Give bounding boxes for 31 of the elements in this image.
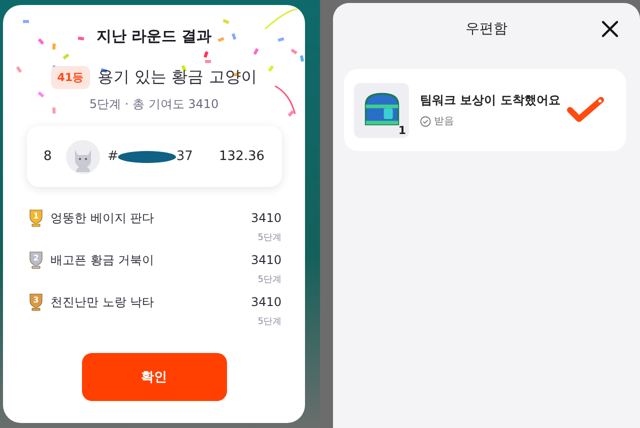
check-circle-icon [420, 116, 431, 126]
trophy-number: 1 [32, 212, 38, 220]
team-stage: 5단계 [258, 232, 282, 244]
team-score: 3410 [250, 252, 282, 269]
team-name: 배고픈 황금 거북이 [50, 252, 156, 269]
rank-badge: 41등 [51, 66, 90, 89]
team-score: 3410 [250, 294, 282, 311]
team-score: 3410 [250, 210, 282, 227]
player-name: 37 [176, 149, 193, 164]
team-stage: 5단계 [258, 316, 282, 328]
mail-status: 받음 [420, 114, 566, 128]
confirm-button[interactable]: 확인 [82, 353, 226, 401]
mail-item[interactable]: 1 팀워크 보상이 도착했어요 받음 [344, 69, 626, 151]
close-icon [600, 19, 620, 39]
mailbox-title: 우편함 [466, 20, 508, 38]
rank-number: 8 [44, 149, 53, 164]
player-name: # [108, 149, 118, 164]
team-summary: 5단계 · 총 기여도 3410 [89, 96, 219, 113]
close-button[interactable] [600, 19, 620, 39]
cat-avatar-icon [66, 140, 100, 174]
item-count: 1 [398, 124, 406, 136]
redaction-scribble [118, 150, 176, 162]
team-stage: 5단계 [258, 274, 282, 286]
player-score: 132.36 [219, 149, 264, 164]
team-name: 용기 있는 황금 고양이 [98, 67, 257, 88]
mail-title: 팀워크 보상이 도착했어요 [420, 92, 562, 109]
dialog-title: 지난 라운드 결과 [96, 27, 212, 46]
team-name: 엉뚱한 베이지 판다 [50, 210, 156, 227]
team-name: 천진난만 노랑 낙타 [50, 294, 156, 311]
trophy-number: 2 [32, 254, 38, 262]
trophy-number: 3 [32, 296, 38, 304]
